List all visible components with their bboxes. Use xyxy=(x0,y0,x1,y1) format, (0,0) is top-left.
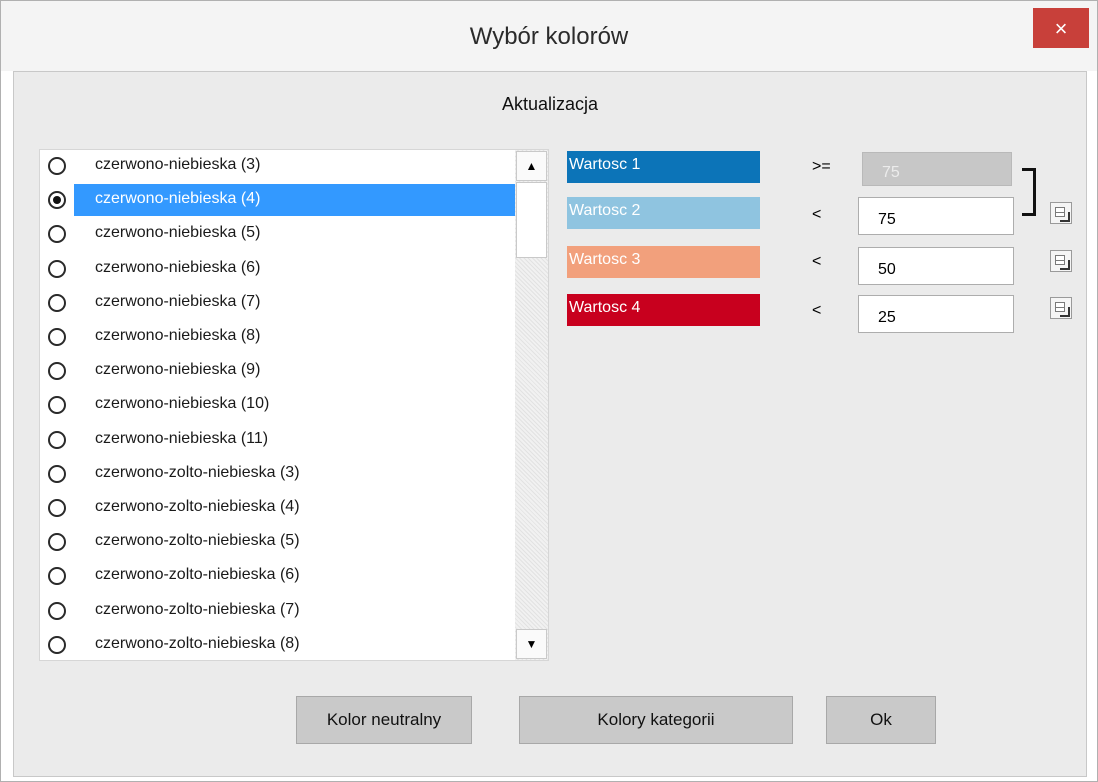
radio-button[interactable] xyxy=(48,465,66,483)
list-item-label: czerwono-niebieska (11) xyxy=(95,430,269,447)
neutral-color-button[interactable]: Kolor neutralny xyxy=(296,696,472,744)
value-swatch-2: Wartosc 2 xyxy=(567,197,760,229)
list-item-label: czerwono-zolto-niebieska (3) xyxy=(95,464,300,481)
list-item-label: czerwono-zolto-niebieska (5) xyxy=(95,532,300,549)
close-button[interactable]: × xyxy=(1033,8,1089,48)
radio-button[interactable] xyxy=(48,362,66,380)
radio-button[interactable] xyxy=(48,396,66,414)
category-colors-button[interactable]: Kolory kategorii xyxy=(519,696,793,744)
radio-button[interactable] xyxy=(48,431,66,449)
list-item-label: czerwono-niebieska (6) xyxy=(95,259,261,276)
ok-button[interactable]: Ok xyxy=(826,696,936,744)
radio-button[interactable] xyxy=(48,225,66,243)
list-item-label: czerwono-niebieska (4) xyxy=(74,184,515,216)
value-input-3[interactable] xyxy=(858,247,1014,285)
list-item[interactable]: czerwono-zolto-niebieska (8) xyxy=(40,629,515,660)
operator-4: < xyxy=(812,302,822,319)
radio-button[interactable] xyxy=(48,328,66,346)
palette-list-scrollbar[interactable]: ▲ ▼ xyxy=(515,150,548,660)
list-item[interactable]: czerwono-niebieska (4) xyxy=(40,184,515,218)
list-item[interactable]: czerwono-niebieska (7) xyxy=(40,287,515,321)
operator-3: < xyxy=(812,253,822,270)
list-item-label: czerwono-zolto-niebieska (6) xyxy=(95,566,300,583)
radio-button[interactable] xyxy=(48,602,66,620)
list-item[interactable]: czerwono-zolto-niebieska (4) xyxy=(40,492,515,526)
list-item-label: czerwono-niebieska (8) xyxy=(95,327,261,344)
value-input-4[interactable] xyxy=(858,295,1014,333)
scroll-up-button[interactable]: ▲ xyxy=(516,151,547,181)
list-item[interactable]: czerwono-zolto-niebieska (5) xyxy=(40,526,515,560)
list-item[interactable]: czerwono-zolto-niebieska (7) xyxy=(40,595,515,629)
radio-button[interactable] xyxy=(48,636,66,654)
radio-button[interactable] xyxy=(48,294,66,312)
section-title: Aktualizacja xyxy=(501,94,599,114)
radio-button[interactable] xyxy=(48,260,66,278)
list-item-label: czerwono-niebieska (7) xyxy=(95,293,261,310)
list-item[interactable]: czerwono-niebieska (9) xyxy=(40,355,515,389)
scroll-thumb[interactable] xyxy=(516,182,547,258)
list-item-label: czerwono-zolto-niebieska (8) xyxy=(95,635,300,652)
cell-reference-icon xyxy=(1055,302,1065,312)
scroll-down-button[interactable]: ▼ xyxy=(516,629,547,659)
palette-list: czerwono-niebieska (3) czerwono-niebieska… xyxy=(39,149,549,661)
palette-list-items: czerwono-niebieska (3) czerwono-niebieska… xyxy=(40,150,515,660)
link-bracket-icon xyxy=(1022,168,1036,216)
list-item[interactable]: czerwono-niebieska (8) xyxy=(40,321,515,355)
list-item[interactable]: czerwono-niebieska (5) xyxy=(40,218,515,252)
dialog-body: Aktualizacja czerwono-niebieska (3) czerw… xyxy=(13,71,1087,777)
list-item[interactable]: czerwono-zolto-niebieska (6) xyxy=(40,560,515,594)
value-input-1 xyxy=(862,152,1012,186)
cell-reference-button-4[interactable] xyxy=(1050,297,1072,319)
list-item[interactable]: czerwono-niebieska (11) xyxy=(40,424,515,458)
radio-button[interactable] xyxy=(48,533,66,551)
cell-reference-button-2[interactable] xyxy=(1050,202,1072,224)
cell-reference-button-3[interactable] xyxy=(1050,250,1072,272)
cell-reference-icon xyxy=(1055,255,1065,265)
list-item-label: czerwono-niebieska (5) xyxy=(95,224,261,241)
title-bar: Wybór kolorów × xyxy=(1,1,1097,71)
list-item-label: czerwono-zolto-niebieska (7) xyxy=(95,601,300,618)
list-item[interactable]: czerwono-niebieska (6) xyxy=(40,253,515,287)
list-item-label: czerwono-niebieska (9) xyxy=(95,361,261,378)
radio-button[interactable] xyxy=(48,157,66,175)
window-title: Wybór kolorów xyxy=(469,23,629,50)
cell-reference-icon xyxy=(1055,207,1065,217)
radio-button[interactable] xyxy=(48,191,66,209)
list-item-label: czerwono-niebieska (3) xyxy=(95,156,261,173)
operator-2: < xyxy=(812,206,822,223)
list-item-label: czerwono-zolto-niebieska (4) xyxy=(95,498,300,515)
value-input-2[interactable] xyxy=(858,197,1014,235)
operator-1: >= xyxy=(812,158,831,175)
list-item[interactable]: czerwono-niebieska (10) xyxy=(40,389,515,423)
value-swatch-1: Wartosc 1 xyxy=(567,151,760,183)
value-swatch-3: Wartosc 3 xyxy=(567,246,760,278)
color-selection-dialog: Wybór kolorów × Aktualizacja czerwono-ni… xyxy=(0,0,1098,782)
radio-button[interactable] xyxy=(48,499,66,517)
radio-button[interactable] xyxy=(48,567,66,585)
list-item-label: czerwono-niebieska (10) xyxy=(95,395,270,412)
value-swatch-4: Wartosc 4 xyxy=(567,294,760,326)
list-item[interactable]: czerwono-niebieska (3) xyxy=(40,150,515,184)
list-item[interactable]: czerwono-zolto-niebieska (3) xyxy=(40,458,515,492)
